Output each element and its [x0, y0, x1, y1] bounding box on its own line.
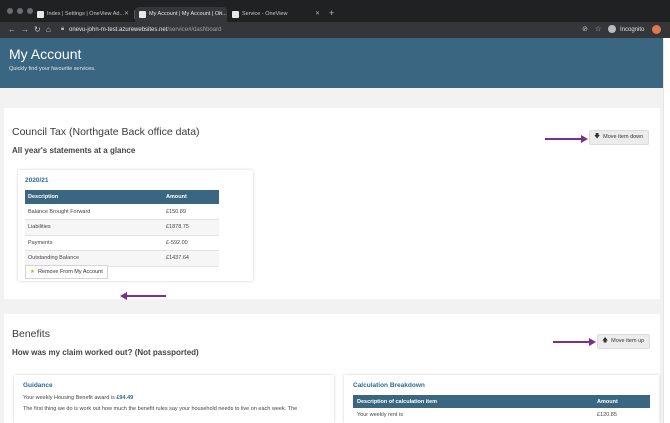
incognito-eye-icon[interactable]: ⊘: [582, 24, 588, 36]
incognito-label: Incognito: [620, 27, 645, 33]
guidance-award-text: Your weekly Housing Benefit award is £94…: [23, 395, 133, 402]
table-row: Payments £-592.00: [25, 235, 219, 251]
remove-label: Remove From My Account: [37, 269, 103, 275]
row-description: Liabilities: [25, 219, 163, 236]
minimize-window-icon[interactable]: [17, 8, 23, 14]
column-header: Description: [25, 190, 163, 204]
arrow-head: [589, 338, 596, 346]
row-amount: £120.85: [597, 411, 617, 418]
table-row: Your weekly rent is £120.85: [353, 408, 650, 421]
close-tab-icon[interactable]: ✕: [315, 7, 320, 22]
back-icon[interactable]: ←: [8, 24, 16, 36]
column-header: Amount: [593, 395, 650, 408]
profile-avatar-icon[interactable]: [652, 25, 661, 34]
annotation-arrow: [545, 135, 588, 143]
url-host: onevu-john-m-test.azurewebsites.net: [69, 27, 168, 33]
forward-icon[interactable]: →: [21, 24, 29, 36]
row-description: Your weekly rent is: [357, 411, 403, 418]
site-header: My Account Quickly find your favourite s…: [0, 38, 663, 88]
table-row: Balance Brought Forward £150.89: [25, 204, 219, 220]
arrow-up-icon: 🡅: [602, 338, 609, 344]
council-tax-subtitle: All year's statements at a glance: [12, 146, 136, 155]
guidance-card: Guidance Your weekly Housing Benefit awa…: [14, 375, 334, 423]
browser-toolbar: ← → ↻ ⌂ 🔒︎ onevu-john-m-test.azurewebsit…: [0, 22, 670, 38]
page-favicon-icon: [232, 11, 239, 18]
scrollbar[interactable]: [663, 38, 670, 423]
row-description: Balance Brought Forward: [25, 204, 163, 220]
annotation-arrow: [553, 338, 596, 346]
home-icon[interactable]: ⌂: [46, 24, 51, 36]
dashboard-content: Council Tax (Northgate Back office data)…: [0, 88, 663, 423]
annotation-arrow: [120, 292, 166, 300]
row-description: Payments: [25, 235, 163, 251]
page-title: My Account: [9, 46, 82, 62]
row-description: Outstanding Balance: [25, 250, 163, 267]
award-amount: £94.49: [116, 395, 134, 401]
url-path: /service#/dashboard: [167, 27, 222, 33]
calculation-title: Calculation Breakdown: [353, 382, 425, 389]
browser-tab-settings[interactable]: Index | Settings | OneView Ad... ✕: [33, 7, 133, 22]
arrow-down-icon: 🡇: [594, 134, 601, 140]
browser-window: Index | Settings | OneView Ad... ✕ My Ac…: [0, 0, 670, 423]
arrow-head: [120, 292, 127, 300]
council-tax-title: Council Tax (Northgate Back office data): [12, 126, 200, 138]
calculation-table: Description of calculation item Amount Y…: [353, 395, 650, 421]
move-up-label: Move item up: [611, 338, 645, 344]
calculation-card: Calculation Breakdown Description of cal…: [344, 375, 659, 423]
tab-title: My Account | My Account | On...: [149, 11, 227, 17]
council-tax-section: Council Tax (Northgate Back office data)…: [4, 108, 660, 300]
move-down-label: Move item down: [603, 134, 644, 140]
address-bar[interactable]: 🔒︎ onevu-john-m-test.azurewebsites.net/s…: [60, 25, 580, 36]
page-subtitle: Quickly find your favourite services.: [9, 66, 96, 72]
guidance-body-text: The first thing we do is work out how mu…: [23, 406, 298, 412]
page-favicon-icon: [139, 11, 146, 18]
column-header: Amount: [163, 190, 219, 204]
incognito-icon: [608, 25, 616, 33]
move-item-down-button[interactable]: 🡇 Move item down: [589, 130, 650, 145]
star-bookmark-icon[interactable]: ☆: [595, 24, 601, 36]
lock-icon: 🔒︎: [61, 26, 65, 32]
column-header: Description of calculation item: [353, 395, 593, 408]
benefits-title: Benefits: [12, 328, 50, 340]
row-amount: £150.89: [163, 204, 219, 220]
card-year: 2020/21: [25, 177, 49, 184]
page-favicon-icon: [37, 11, 44, 18]
tab-title: Service - OneView: [242, 11, 288, 17]
table-row: Liabilities £1878.75: [25, 219, 219, 236]
close-window-icon[interactable]: [7, 8, 13, 14]
url-text: onevu-john-m-test.azurewebsites.net/serv…: [69, 26, 221, 35]
council-tax-table: Description Amount Balance Brought Forwa…: [25, 190, 219, 267]
arrow-head: [581, 135, 588, 143]
move-item-up-button[interactable]: 🡅 Move item up: [597, 334, 651, 349]
tab-strip: Index | Settings | OneView Ad... ✕ My Ac…: [0, 0, 670, 22]
row-amount: £1878.75: [163, 219, 219, 236]
award-prefix: Your weekly Housing Benefit award is: [23, 395, 117, 401]
star-icon: ★: [30, 269, 35, 275]
row-amount: £-592.00: [163, 235, 219, 251]
benefits-subtitle: How was my claim worked out? (Not passpo…: [12, 348, 199, 357]
tab-title: Index | Settings | OneView Ad...: [47, 11, 125, 17]
council-tax-card: 2020/21 Description Amount Balance Broug…: [18, 170, 253, 281]
new-tab-icon[interactable]: +: [329, 8, 334, 18]
reload-icon[interactable]: ↻: [34, 24, 41, 36]
table-row: Outstanding Balance £1437.64: [25, 250, 219, 267]
close-tab-icon[interactable]: ✕: [218, 7, 223, 22]
close-tab-icon[interactable]: ✕: [124, 7, 129, 22]
row-amount: £1437.64: [163, 250, 219, 267]
browser-tab-my-account[interactable]: My Account | My Account | On... ✕: [135, 7, 227, 22]
remove-from-account-button[interactable]: ★ Remove From My Account: [25, 265, 108, 279]
guidance-title: Guidance: [23, 382, 53, 389]
browser-tab-service[interactable]: Service - OneView ✕: [228, 7, 324, 22]
